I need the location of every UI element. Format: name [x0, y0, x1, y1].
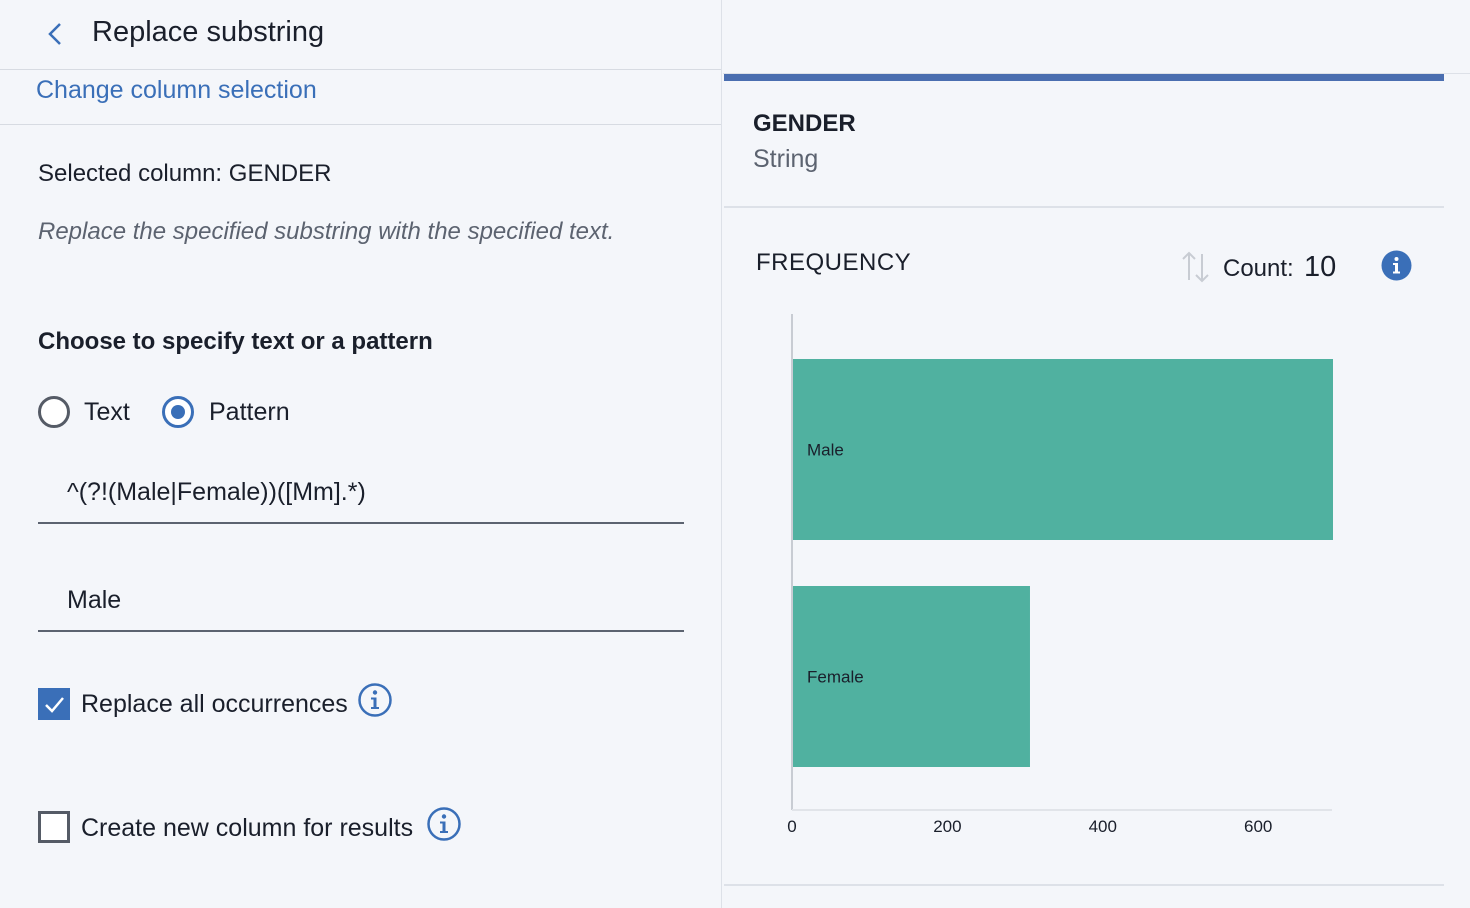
page-title: Replace substring — [92, 16, 325, 48]
frequency-bar-chart: Male Female 0 200 400 600 — [787, 314, 1333, 836]
replacement-input[interactable]: Male — [38, 570, 684, 632]
panel-header: Replace substring — [0, 0, 721, 70]
profile-column-type: String — [753, 145, 819, 173]
info-circle-outline-icon[interactable] — [357, 682, 393, 718]
count-value: 10 — [1304, 251, 1337, 283]
replace-all-label[interactable]: Replace all occurrences — [81, 690, 348, 719]
radio-text[interactable] — [38, 396, 70, 428]
bar-label-male: Male — [807, 441, 844, 460]
create-new-column-label[interactable]: Create new column for results — [81, 814, 413, 843]
frequency-title: FREQUENCY — [756, 249, 912, 276]
pattern-input[interactable]: ^(?!(Male|Female))([Mm].*) — [38, 462, 684, 524]
transform-panel: Replace substring Change column selectio… — [0, 0, 722, 908]
radio-pattern[interactable] — [162, 396, 194, 428]
change-column-selection-link[interactable]: Change column selection — [36, 76, 317, 105]
checkmark-icon — [45, 697, 64, 713]
radio-pattern-label[interactable]: Pattern — [209, 398, 290, 427]
pattern-input-value: ^(?!(Male|Female))([Mm].*) — [67, 478, 366, 506]
x-tick-label: 600 — [1244, 817, 1272, 836]
info-circle-outline-icon[interactable] — [426, 806, 462, 842]
divider — [0, 124, 721, 125]
sort-arrows-icon[interactable] — [1180, 250, 1212, 284]
bar-male — [793, 359, 1333, 540]
create-new-column-checkbox[interactable] — [38, 811, 70, 843]
profile-header-area — [723, 0, 1470, 74]
selected-column-text: Selected column: GENDER — [38, 160, 332, 187]
profile-column-name: GENDER — [753, 110, 856, 137]
chevron-left-icon[interactable] — [44, 20, 68, 48]
mode-section-title: Choose to specify text or a pattern — [38, 328, 433, 355]
divider — [724, 884, 1444, 886]
replace-all-checkbox[interactable] — [38, 688, 70, 720]
x-tick-label: 400 — [1089, 817, 1117, 836]
divider — [724, 206, 1444, 208]
replacement-input-value: Male — [67, 586, 122, 614]
info-circle-filled-icon[interactable] — [1381, 250, 1412, 281]
count-label: Count: — [1223, 255, 1294, 282]
x-tick-label: 0 — [787, 817, 796, 836]
operation-description: Replace the specified substring with the… — [38, 218, 615, 245]
x-tick-label: 200 — [933, 817, 961, 836]
radio-text-label[interactable]: Text — [84, 398, 130, 427]
bar-label-female: Female — [807, 668, 864, 687]
